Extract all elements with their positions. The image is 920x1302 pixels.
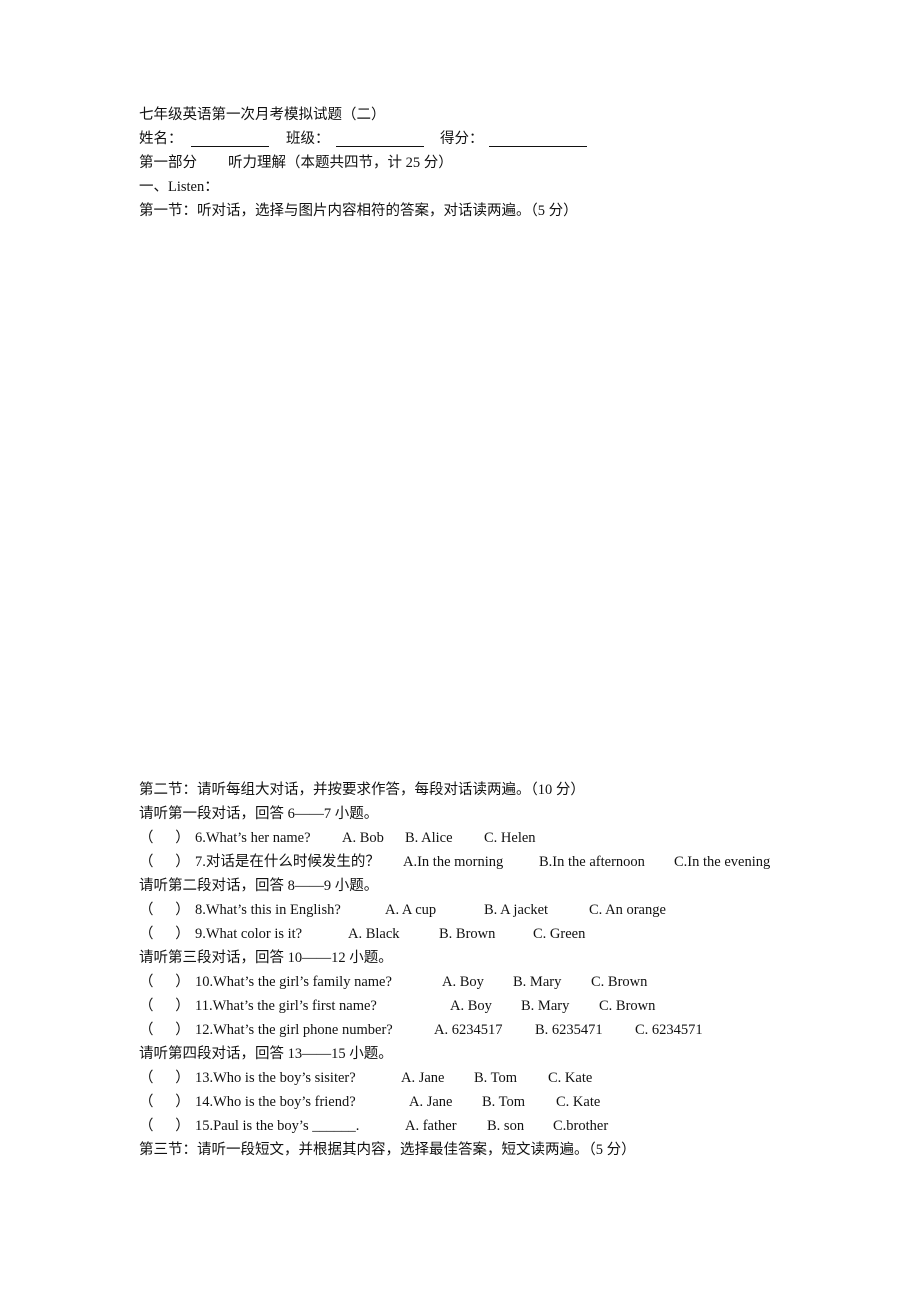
answer-blank[interactable]: （ ） (139, 1115, 190, 1137)
option-b: B. son (487, 1118, 525, 1134)
name-label: 姓名： (139, 131, 183, 147)
class-field[interactable] (336, 132, 424, 147)
answer-blank[interactable]: （ ） (139, 899, 190, 921)
option-b: B. A jacket (484, 902, 549, 918)
option-c: C. An orange (589, 902, 666, 918)
option-a: A. A cup (385, 902, 437, 918)
question-text: 10.What’s the girl’s family name? (195, 974, 392, 990)
option-c: C. 6234571 (635, 1022, 703, 1038)
answer-blank[interactable]: （ ） (139, 1091, 190, 1113)
option-b: B. Alice (405, 830, 453, 846)
question-row: （ ） 14.Who is the boy’s friend? A. Jane … (139, 1091, 600, 1113)
picture-area (139, 230, 789, 780)
option-a: A. father (405, 1118, 457, 1134)
answer-blank[interactable]: （ ） (139, 1019, 190, 1041)
option-c: C. Green (533, 926, 586, 942)
option-a: A. Boy (442, 974, 484, 990)
question-text: 14.Who is the boy’s friend? (195, 1094, 356, 1110)
option-b: B. 6235471 (535, 1022, 603, 1038)
answer-blank[interactable]: （ ） (139, 827, 190, 849)
option-b: B. Mary (513, 974, 562, 990)
question-row: （ ） 11.What’s the girl’s first name? A. … (139, 995, 655, 1017)
option-a: A. Bob (342, 830, 384, 846)
part1-title: 听力理解（本题共四节，计 25 分） (228, 155, 453, 171)
option-c: C. Kate (548, 1070, 593, 1086)
question-text: 12.What’s the girl phone number? (195, 1022, 393, 1038)
option-b: B. Tom (474, 1070, 518, 1086)
option-c: C. Brown (599, 998, 656, 1014)
section2-heading: 第二节：请听每组大对话，并按要求作答，每段对话读两遍。（10 分） (139, 782, 585, 798)
name-field[interactable] (191, 132, 269, 147)
question-text: 7.对话是在什么时候发生的？ (195, 854, 380, 870)
question-row: （ ） 6.What’s her name? A. Bob B. Alice C… (139, 827, 536, 849)
question-text: 11.What’s the girl’s first name? (195, 998, 377, 1014)
listen-heading: 一、Listen： (139, 179, 219, 195)
option-b: B. Tom (482, 1094, 526, 1110)
question-row: （ ） 12.What’s the girl phone number? A. … (139, 1019, 703, 1041)
group-intro: 请听第二段对话，回答 8——9 小题。 (139, 878, 379, 894)
question-row: （ ） 9.What color is it? A. Black B. Brow… (139, 923, 585, 945)
answer-blank[interactable]: （ ） (139, 995, 190, 1017)
option-c: C. Brown (591, 974, 648, 990)
score-label: 得分： (440, 131, 484, 147)
option-a: A.In the morning (403, 854, 504, 870)
option-c: C.In the evening (674, 854, 771, 870)
question-text: 6.What’s her name? (195, 830, 311, 846)
option-a: A. Jane (409, 1094, 453, 1110)
option-a: A. Boy (450, 998, 492, 1014)
option-b: B. Mary (521, 998, 570, 1014)
part1-row: 第一部分 听力理解（本题共四节，计 25 分） (139, 152, 453, 174)
question-row: （ ） 13.Who is the boy’s sisiter? A. Jane… (139, 1067, 592, 1089)
option-b: B.In the afternoon (539, 854, 645, 870)
question-text: 9.What color is it? (195, 926, 303, 942)
class-label: 班级： (286, 131, 330, 147)
question-text: 15.Paul is the boy’s ______. (195, 1118, 360, 1134)
option-a: A. Black (348, 926, 400, 942)
option-c: C. Kate (556, 1094, 601, 1110)
question-row: （ ） 15.Paul is the boy’s ______. A. fath… (139, 1115, 608, 1137)
option-a: A. 6234517 (434, 1022, 503, 1038)
question-row: （ ） 7.对话是在什么时候发生的？ A.In the morning B.In… (139, 851, 770, 873)
section1-heading: 第一节：听对话，选择与图片内容相符的答案，对话读两遍。（5 分） (139, 203, 578, 219)
answer-blank[interactable]: （ ） (139, 923, 190, 945)
option-a: A. Jane (401, 1070, 445, 1086)
answer-blank[interactable]: （ ） (139, 851, 190, 873)
answer-blank[interactable]: （ ） (139, 1067, 190, 1089)
exam-title: 七年级英语第一次月考模拟试题（二） (139, 107, 386, 123)
section3-heading: 第三节：请听一段短文，并根据其内容，选择最佳答案，短文读两遍。（5 分） (139, 1142, 636, 1158)
header-fields-row: 姓名： 班级： 得分： (139, 128, 587, 150)
document-page: { "title": "七年级英语第一次月考模拟试题（二）", "header_… (0, 0, 920, 1302)
option-c: C. Helen (484, 830, 536, 846)
score-field[interactable] (489, 132, 587, 147)
question-text: 13.Who is the boy’s sisiter? (195, 1070, 356, 1086)
question-row: （ ） 8.What’s this in English? A. A cup B… (139, 899, 666, 921)
question-row: （ ） 10.What’s the girl’s family name? A.… (139, 971, 647, 993)
option-c: C.brother (553, 1118, 609, 1134)
question-text: 8.What’s this in English? (195, 902, 341, 918)
group-intro: 请听第一段对话，回答 6——7 小题。 (139, 806, 379, 822)
group-intro: 请听第四段对话，回答 13——15 小题。 (139, 1046, 393, 1062)
group-intro: 请听第三段对话，回答 10——12 小题。 (139, 950, 393, 966)
part1-label: 第一部分 (139, 155, 197, 171)
answer-blank[interactable]: （ ） (139, 971, 190, 993)
option-b: B. Brown (439, 926, 496, 942)
